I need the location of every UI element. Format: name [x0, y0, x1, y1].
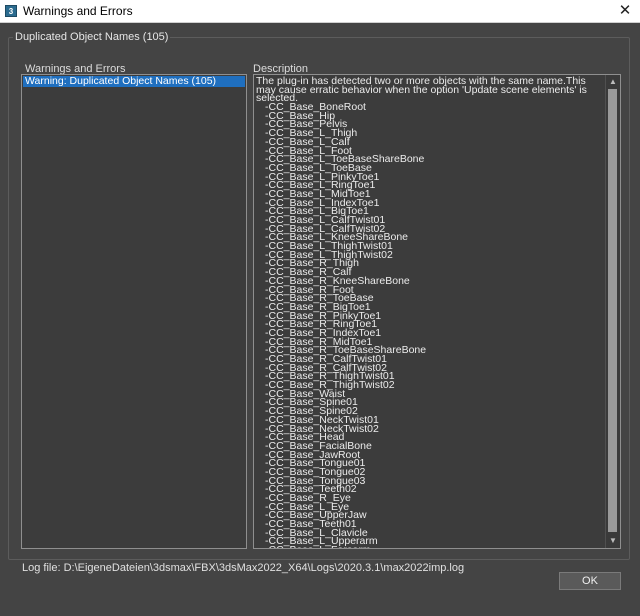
description-text: The plug-in has detected two or more obj…: [256, 75, 604, 548]
app-icon: 3: [5, 5, 17, 17]
ok-button[interactable]: OK: [559, 572, 621, 590]
window-title: Warnings and Errors: [23, 4, 133, 18]
group-title: Duplicated Object Names (105): [13, 31, 171, 43]
description-intro: The plug-in has detected two or more obj…: [256, 75, 587, 105]
duplicate-name-line: -CC_Base_L_Forearm: [256, 545, 604, 548]
list-item[interactable]: Warning: Duplicated Object Names (105): [23, 76, 245, 87]
scroll-thumb[interactable]: [608, 89, 617, 532]
scroll-down-icon[interactable]: ▼: [606, 534, 620, 548]
vertical-scrollbar[interactable]: ▲ ▼: [605, 75, 620, 548]
warnings-list[interactable]: Warning: Duplicated Object Names (105): [21, 74, 247, 549]
description-box[interactable]: The plug-in has detected two or more obj…: [253, 74, 621, 549]
log-file-path: Log file: D:\EigeneDateien\3dsmax\FBX\3d…: [22, 562, 465, 574]
scroll-up-icon[interactable]: ▲: [606, 75, 620, 89]
close-button[interactable]: ✕: [610, 0, 640, 22]
title-bar: 3 Warnings and Errors ✕: [0, 0, 640, 23]
